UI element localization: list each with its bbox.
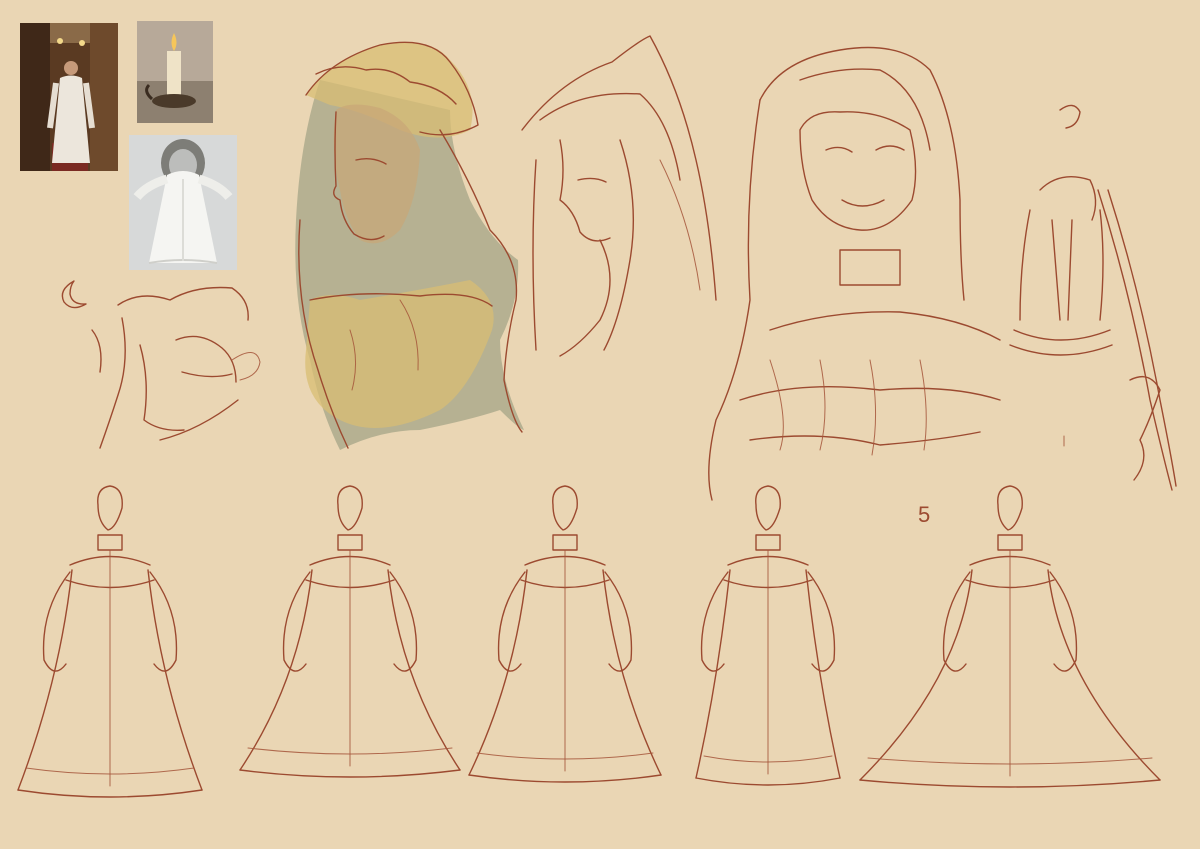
hair-shape-doodle: [91, 286, 261, 449]
gown-figure-2: [239, 485, 461, 778]
gown-figure-4: [695, 485, 841, 786]
moon-doodle: [61, 280, 87, 309]
svg-text:5: 5: [918, 502, 930, 527]
gown-figure-5: [859, 485, 1161, 788]
gown-figures: [17, 485, 1161, 798]
colored-bonnet-portrait: [295, 41, 524, 450]
gown-figure-3: [468, 485, 662, 783]
figure-number-mark: 5: [918, 502, 930, 527]
gown-figure-1: [17, 485, 203, 798]
sketch-layer: 5: [17, 35, 1177, 798]
concept-art-sheet: 5: [0, 0, 1200, 849]
candle-lamp-staff-sketch: [1009, 104, 1177, 491]
profile-hood-sketch: [521, 35, 717, 357]
front-hood-sketch: [708, 46, 1001, 501]
